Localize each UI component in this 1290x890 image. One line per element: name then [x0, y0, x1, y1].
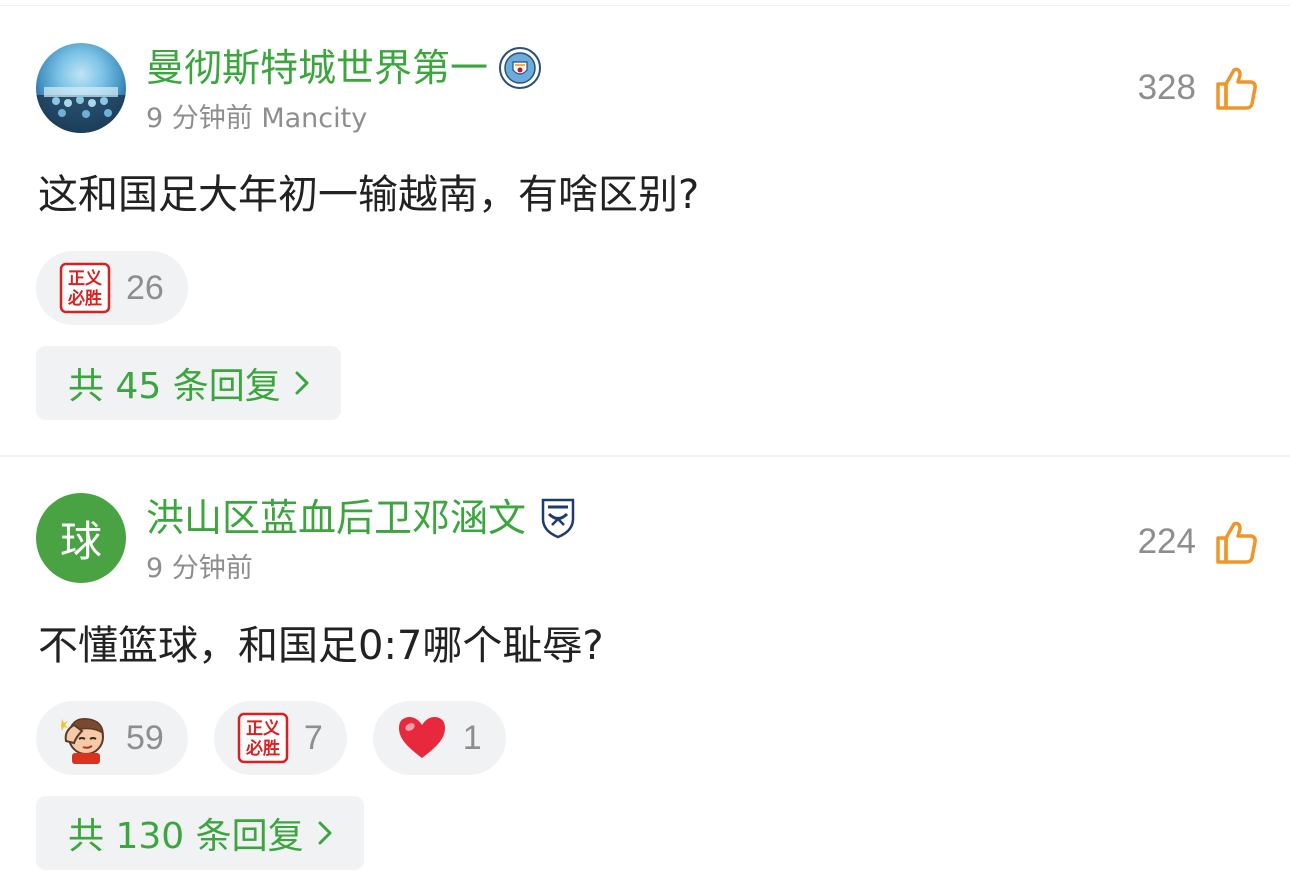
reaction-count: 7: [303, 718, 323, 757]
reaction-pill[interactable]: 正义 必胜 7: [213, 701, 347, 775]
comment-time: 9 分钟前: [146, 553, 253, 584]
replies-label: 共 130 条回复: [68, 816, 304, 857]
comment-time: 9 分钟前 Mancity: [146, 103, 368, 134]
avatar-text: 球: [36, 493, 126, 583]
chevron-right-icon: [295, 371, 309, 395]
reaction-bar: 正义 必胜 26: [36, 251, 188, 325]
crowd-photo-icon: [36, 87, 126, 133]
view-replies-button[interactable]: 共 130 条回复: [36, 796, 364, 870]
reaction-count: 59: [126, 718, 164, 757]
avatar-photo: [36, 43, 126, 133]
avatar[interactable]: 球: [36, 493, 126, 583]
username[interactable]: 洪山区蓝血后卫邓涵文: [146, 494, 526, 542]
svg-text:必胜: 必胜: [245, 738, 280, 759]
reaction-pill[interactable]: 正义 必胜 26: [36, 251, 188, 325]
comment-text: 这和国足大年初一输越南，有啥区别?: [38, 172, 700, 218]
comment-text: 不懂篮球，和国足0:7哪个耻辱?: [38, 623, 604, 669]
facepalm-guy-sticker-icon: [58, 711, 112, 765]
thumbs-up-icon: [1216, 521, 1257, 564]
view-replies-button[interactable]: 共 45 条回复: [36, 346, 341, 420]
reaction-bar: 59 正义 必胜 7 1: [36, 701, 506, 775]
username[interactable]: 曼彻斯特城世界第一: [146, 44, 488, 92]
reaction-count: 26: [126, 268, 164, 307]
replies-label: 共 45 条回复: [68, 366, 281, 407]
heart-icon: [395, 711, 449, 765]
reaction-count: 1: [462, 718, 482, 757]
like-count: 224: [1137, 522, 1196, 561]
like-button[interactable]: 224: [1138, 518, 1260, 566]
zhengyi-bisheng-sticker-icon: 正义 必胜: [236, 711, 290, 765]
zhengyi-bisheng-sticker-icon: 正义 必胜: [58, 261, 112, 315]
reaction-pill[interactable]: 59: [36, 701, 188, 775]
svg-text:正义: 正义: [68, 268, 102, 289]
thumbs-up-icon: [1216, 67, 1257, 110]
team-crest-icon: [536, 496, 580, 540]
comment-list: 曼彻斯特城世界第一 9 分钟前 Mancity 328 这和国足大年初一输越南，…: [0, 0, 1290, 890]
man-city-crest-icon: [498, 46, 542, 90]
reaction-pill[interactable]: 1: [372, 701, 506, 775]
avatar[interactable]: [36, 43, 126, 133]
like-count: 328: [1137, 68, 1196, 107]
like-button[interactable]: 328: [1138, 64, 1260, 112]
svg-text:必胜: 必胜: [67, 288, 102, 309]
svg-text:正义: 正义: [246, 718, 280, 739]
comment-item: 球 洪山区蓝血后卫邓涵文 9 分钟前 224 不懂篮球，和国足0:7哪个耻辱?: [0, 457, 1290, 890]
chevron-right-icon: [318, 821, 332, 845]
comment-item: 曼彻斯特城世界第一 9 分钟前 Mancity 328 这和国足大年初一输越南，…: [0, 0, 1290, 455]
